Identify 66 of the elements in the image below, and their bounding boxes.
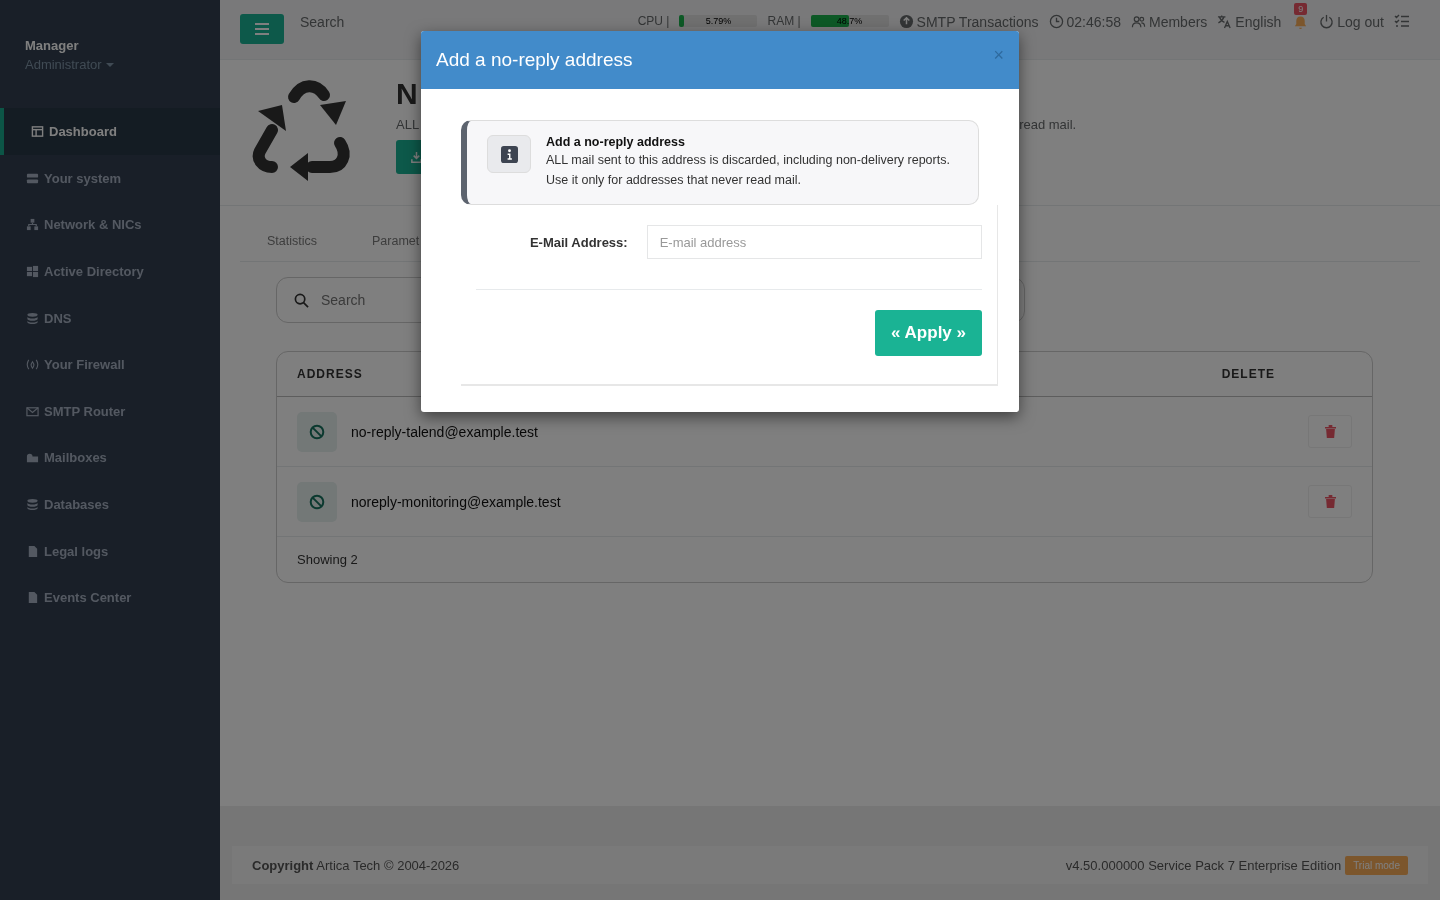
power-icon (1319, 14, 1335, 29)
apply-button[interactable]: « Apply » (875, 310, 982, 356)
menu-button[interactable] (240, 14, 284, 44)
meter-reading: 5.79% (704, 15, 733, 27)
copyright-text: Copyright Artica Tech © 2004-2026 (252, 857, 460, 873)
database-icon (26, 497, 39, 511)
info-icon (487, 135, 531, 173)
checklist-icon (1394, 14, 1410, 28)
network-icon (26, 218, 39, 232)
page-description: read mail. (1019, 117, 1077, 132)
search-field[interactable]: Search (294, 14, 450, 30)
info-title: Add a no-reply address (546, 135, 686, 149)
clock-icon (1048, 14, 1064, 29)
database-icon (26, 311, 39, 325)
column-header: ADDRESS (297, 367, 363, 381)
blocked-icon (297, 411, 337, 452)
email-field[interactable]: E-mail address (646, 225, 982, 259)
sidebar-item[interactable]: Your system (0, 155, 220, 202)
layout-icon (31, 125, 44, 138)
table-cell: no-reply-talend@example.test (351, 423, 538, 440)
document-icon (26, 591, 39, 605)
trash-icon (1324, 425, 1336, 438)
meter-label: RAM | (767, 14, 801, 28)
row-count: Showing 2 (297, 552, 358, 567)
sidebar-item[interactable]: Dashboard (0, 108, 220, 155)
top-link[interactable]: SMTP Transactions (898, 14, 1039, 29)
sidebar-item[interactable]: Your Firewall (0, 341, 220, 388)
trash-icon (1324, 495, 1336, 508)
sidebar-item[interactable]: Legal logs (0, 527, 220, 575)
column-header: DELETE (1221, 367, 1275, 381)
info-text: ALL mail sent to this address is discarded, including non-delivery reports. Use it only for addresses that never read mail. (546, 152, 951, 189)
logout-link[interactable]: Log out (1319, 14, 1384, 29)
close-button[interactable]: × (993, 44, 1004, 66)
table-cell: noreply-monitoring@example.test (351, 493, 561, 510)
meter-label: CPU | (637, 14, 670, 28)
tab[interactable]: Statistics (250, 224, 355, 261)
sidebar-item[interactable]: SMTP Router (0, 387, 220, 435)
sidebar-item[interactable]: Network & NICs (0, 201, 220, 249)
delete-button[interactable] (1308, 485, 1352, 518)
modal-title: Add a no-reply address (436, 49, 633, 71)
sidebar-item[interactable]: Events Center (0, 574, 220, 621)
sidebar-item[interactable]: Active Directory (0, 248, 220, 295)
version-text: v4.50.000000 Service Pack 7 Enterprise Edition (1065, 857, 1342, 873)
sidebar-item[interactable]: Mailboxes (0, 434, 220, 482)
document-icon (26, 544, 39, 558)
sidebar-item[interactable]: DNS (0, 294, 220, 342)
trial-badge: Trial mode (1345, 855, 1408, 875)
server-icon (26, 171, 39, 185)
sidebar-item[interactable]: Databases (0, 481, 220, 528)
menu-icon (255, 23, 269, 35)
field-label: E-Mail Address: (528, 234, 628, 250)
envelope-icon (26, 404, 39, 418)
delete-button[interactable] (1308, 415, 1352, 448)
translate-icon (1217, 14, 1233, 29)
search-icon (294, 292, 309, 308)
windows-icon (26, 265, 39, 278)
users-icon (1131, 14, 1146, 29)
bell-icon (1292, 14, 1308, 30)
page-title: N (396, 76, 419, 112)
top-link[interactable]: English (1217, 14, 1282, 29)
page-description: ALL (396, 117, 420, 132)
blocked-icon (297, 481, 337, 522)
notification-count: 9 (1294, 3, 1308, 15)
top-link[interactable]: 02:46:58 (1048, 14, 1121, 29)
top-link[interactable]: Members (1131, 14, 1208, 29)
user-name: Manager (25, 38, 80, 53)
